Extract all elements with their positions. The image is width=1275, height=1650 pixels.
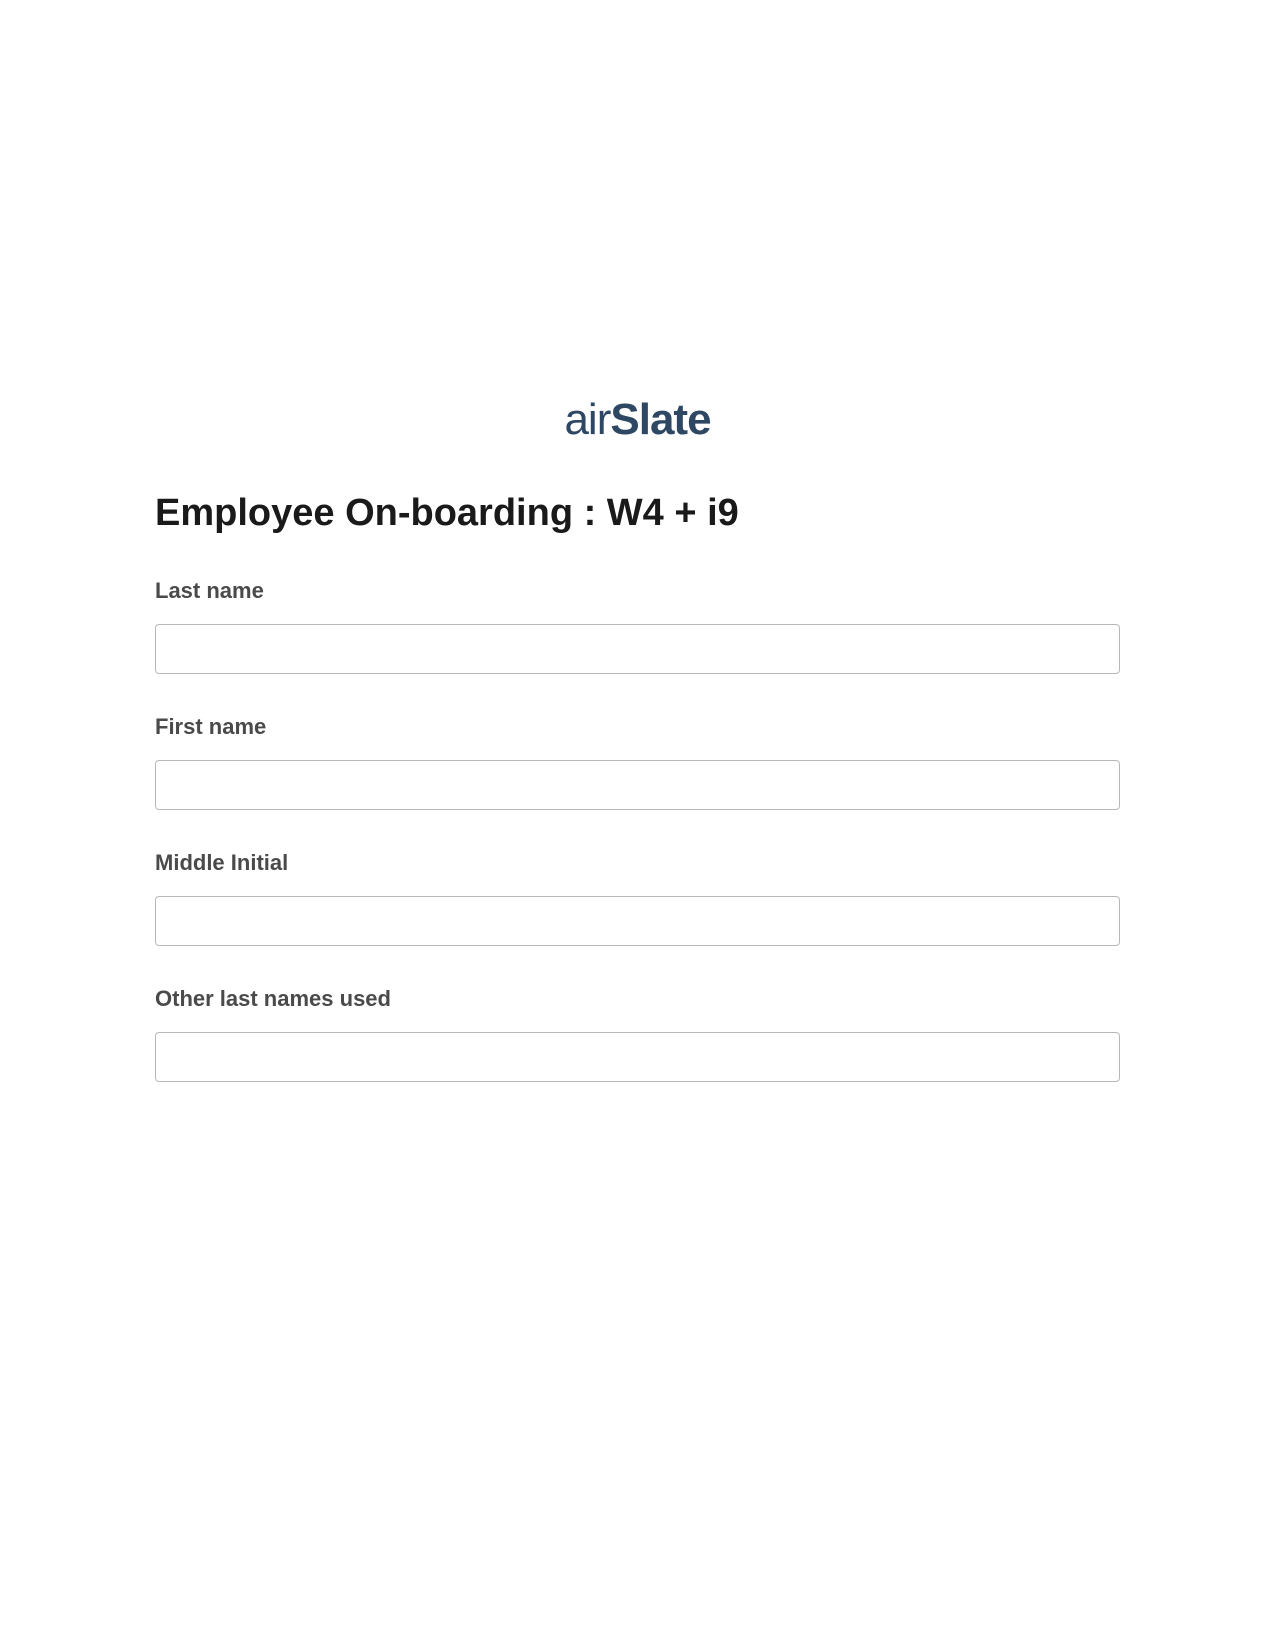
logo-part1: air (564, 395, 610, 444)
field-middle-initial: Middle Initial (155, 850, 1120, 946)
logo: airSlate (564, 395, 710, 445)
last-name-label: Last name (155, 578, 1120, 604)
last-name-input[interactable] (155, 624, 1120, 674)
middle-initial-label: Middle Initial (155, 850, 1120, 876)
other-last-names-input[interactable] (155, 1032, 1120, 1082)
page-title: Employee On-boarding : W4 + i9 (155, 492, 739, 535)
middle-initial-input[interactable] (155, 896, 1120, 946)
first-name-input[interactable] (155, 760, 1120, 810)
other-last-names-label: Other last names used (155, 986, 1120, 1012)
logo-part2: Slate (610, 395, 710, 444)
field-first-name: First name (155, 714, 1120, 810)
first-name-label: First name (155, 714, 1120, 740)
field-last-name: Last name (155, 578, 1120, 674)
field-other-last-names: Other last names used (155, 986, 1120, 1082)
